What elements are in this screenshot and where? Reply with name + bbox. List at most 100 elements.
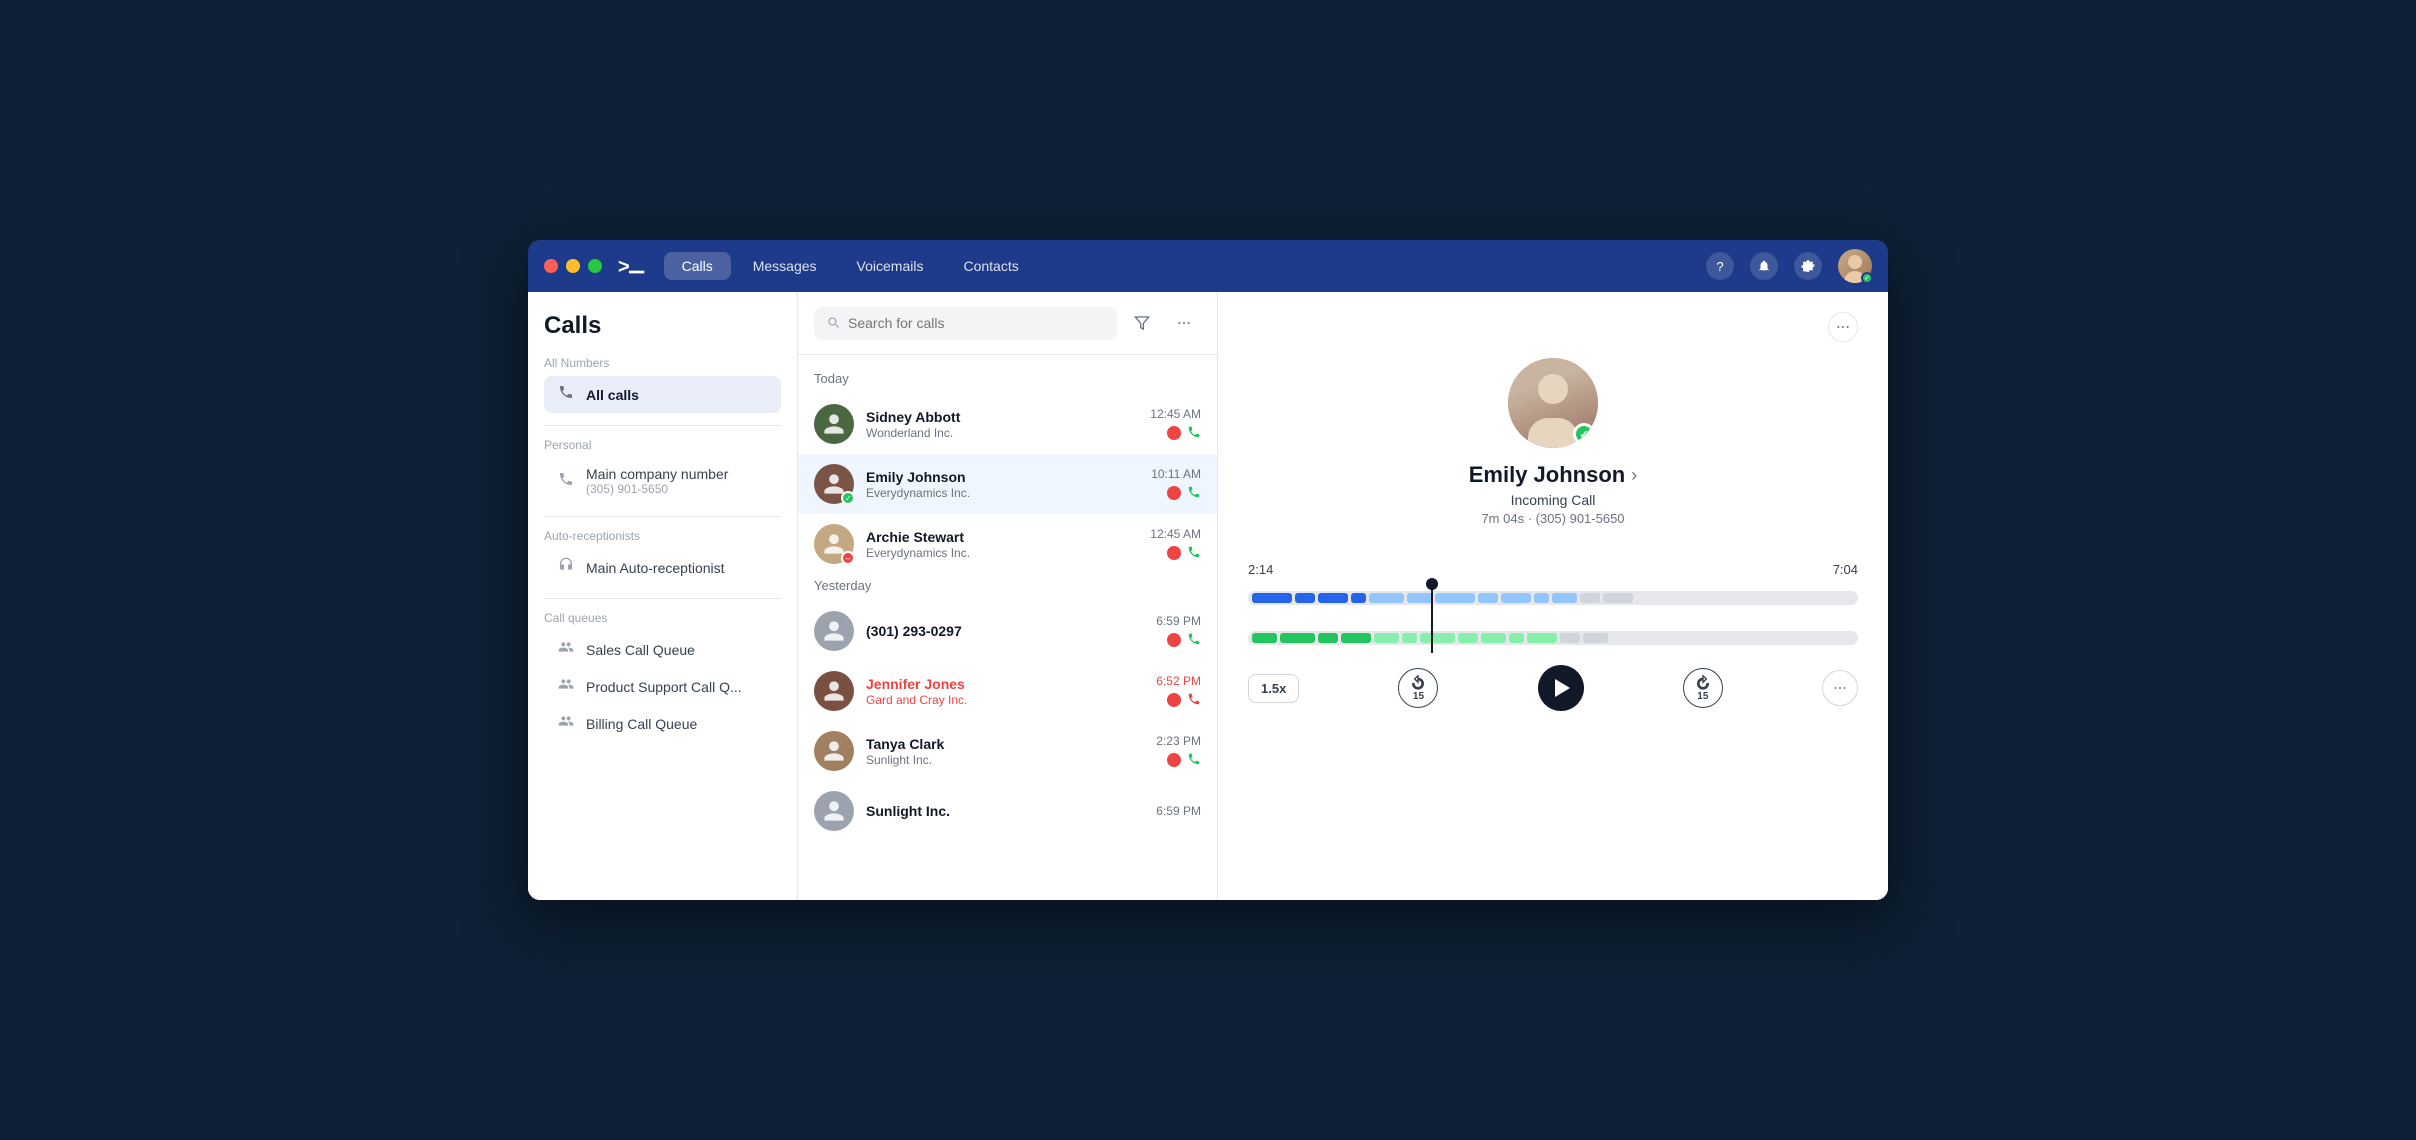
call-item-emily[interactable]: ✓ Emily Johnson Everydynamics Inc. 10:11… [798,454,1217,514]
call-company-jennifer: Gard and Cray Inc. [866,693,1144,707]
help-icon-button[interactable]: ? [1706,252,1734,280]
contact-duration: 7m 04s · (305) 901-5650 [1481,511,1624,526]
call-meta-archie: 12:45 AM [1150,527,1201,562]
main-number-content: Main company number (305) 901-5650 [586,466,728,496]
play-button[interactable] [1538,665,1584,711]
sidebar-item-product-support-queue[interactable]: Product Support Call Q... [544,668,781,705]
recording-dot-archie [1167,546,1181,560]
all-numbers-label: All Numbers [544,356,781,370]
call-meta-jennifer: 6:52 PM [1156,674,1201,709]
waveform-visual[interactable] [1248,583,1858,653]
queue-icon-1 [556,639,576,660]
tab-messages[interactable]: Messages [735,252,835,280]
sales-queue-label: Sales Call Queue [586,642,695,658]
call-info-tanya: Tanya Clark Sunlight Inc. [866,736,1144,767]
call-name-unknown: (301) 293-0297 [866,623,1144,639]
call-info-jennifer: Jennifer Jones Gard and Cray Inc. [866,676,1144,707]
contact-name-row: Emily Johnson › [1469,462,1637,488]
call-meta-sunlight: 6:59 PM [1156,804,1201,818]
sidebar-item-all-calls[interactable]: All calls [544,376,781,413]
sidebar-item-billing-queue[interactable]: Billing Call Queue [544,705,781,742]
playhead [1431,583,1433,653]
call-time-tanya: 2:23 PM [1156,734,1201,748]
settings-button[interactable] [1794,252,1822,280]
call-time-sunlight: 6:59 PM [1156,804,1201,818]
divider-1 [544,425,781,426]
play-triangle-icon [1555,679,1570,697]
call-avatar-unknown [814,611,854,651]
contact-link-arrow[interactable]: › [1631,465,1637,486]
call-time-emily: 10:11 AM [1151,467,1201,481]
app-window: >⚊ Calls Messages Voicemails Contacts ? [528,240,1888,900]
user-avatar[interactable] [1838,249,1872,283]
current-time-label: 2:14 [1248,562,1273,577]
calls-search-bar [798,292,1217,355]
call-item-jennifer[interactable]: Jennifer Jones Gard and Cray Inc. 6:52 P… [798,661,1217,721]
today-label: Today [798,367,1217,394]
skip-forward-label: 15 [1697,691,1708,702]
call-name-tanya: Tanya Clark [866,736,1144,752]
phone-icon [556,384,576,405]
auto-receptionist-label: Main Auto-receptionist [586,560,725,576]
call-item-sidney[interactable]: Sidney Abbott Wonderland Inc. 12:45 AM [798,394,1217,454]
recording-dot-sidney [1167,426,1181,440]
avatar-badge-emily: ✓ [841,491,855,505]
waveform-top-track [1248,591,1858,605]
phone-icon-tanya [1187,752,1201,769]
queue-icon-2 [556,676,576,697]
yesterday-label: Yesterday [798,574,1217,601]
sidebar-title: Calls [544,312,781,340]
phone-icon-2 [556,471,576,492]
contact-section: ✓ Emily Johnson › Incoming Call 7m 04s ·… [1248,358,1858,526]
recording-dot-emily [1167,486,1181,500]
phone-icon-archie [1187,545,1201,562]
search-input-wrapper[interactable] [814,307,1117,340]
sidebar-item-sales-queue[interactable]: Sales Call Queue [544,631,781,668]
call-avatar-emily: ✓ [814,464,854,504]
skip-forward-button[interactable]: 15 [1683,668,1723,708]
personal-label: Personal [544,438,781,452]
call-icons-jennifer [1167,692,1201,709]
call-queues-label: Call queues [544,611,781,625]
call-company-tanya: Sunlight Inc. [866,753,1144,767]
more-options-button[interactable] [1167,306,1201,340]
call-name-jennifer: Jennifer Jones [866,676,1144,692]
tab-voicemails[interactable]: Voicemails [839,252,942,280]
playhead-dot [1426,578,1438,590]
player-more-button[interactable] [1822,670,1858,706]
call-item-archie[interactable]: – Archie Stewart Everydynamics Inc. 12:4… [798,514,1217,574]
call-item-tanya[interactable]: Tanya Clark Sunlight Inc. 2:23 PM [798,721,1217,781]
titlebar-right: ? [1706,249,1872,283]
tab-calls[interactable]: Calls [664,252,731,280]
call-item-sunlight[interactable]: Sunlight Inc. 6:59 PM [798,781,1217,841]
phone-icon-emily [1187,485,1201,502]
online-status-badge [1861,272,1873,284]
recording-dot-tanya [1167,753,1181,767]
call-time-jennifer: 6:52 PM [1156,674,1201,688]
call-company-emily: Everydynamics Inc. [866,486,1139,500]
contact-call-type: Incoming Call [1511,492,1596,508]
app-logo: >⚊ [618,254,644,279]
skip-back-label: 15 [1413,691,1424,702]
sidebar: Calls All Numbers All calls Personal Mai… [528,292,798,900]
sidebar-item-auto-receptionist[interactable]: Main Auto-receptionist [544,549,781,586]
sidebar-item-main-number[interactable]: Main company number (305) 901-5650 [544,458,781,504]
close-button[interactable] [544,259,558,273]
minimize-button[interactable] [566,259,580,273]
call-item-unknown[interactable]: (301) 293-0297 6:59 PM [798,601,1217,661]
speed-button[interactable]: 1.5x [1248,674,1299,703]
call-info-emily: Emily Johnson Everydynamics Inc. [866,469,1139,500]
tab-contacts[interactable]: Contacts [945,252,1036,280]
titlebar: >⚊ Calls Messages Voicemails Contacts ? [528,240,1888,292]
notifications-button[interactable] [1750,252,1778,280]
calls-panel: Today Sidney Abbott Wonderland Inc. 12:4… [798,292,1218,900]
divider-3 [544,598,781,599]
nav-tabs: Calls Messages Voicemails Contacts [664,252,1706,280]
call-time-unknown: 6:59 PM [1156,614,1201,628]
maximize-button[interactable] [588,259,602,273]
detail-more-button[interactable] [1828,312,1858,342]
filter-button[interactable] [1125,306,1159,340]
skip-back-button[interactable]: 15 [1398,668,1438,708]
search-input[interactable] [848,315,1105,331]
product-support-queue-label: Product Support Call Q... [586,679,742,695]
